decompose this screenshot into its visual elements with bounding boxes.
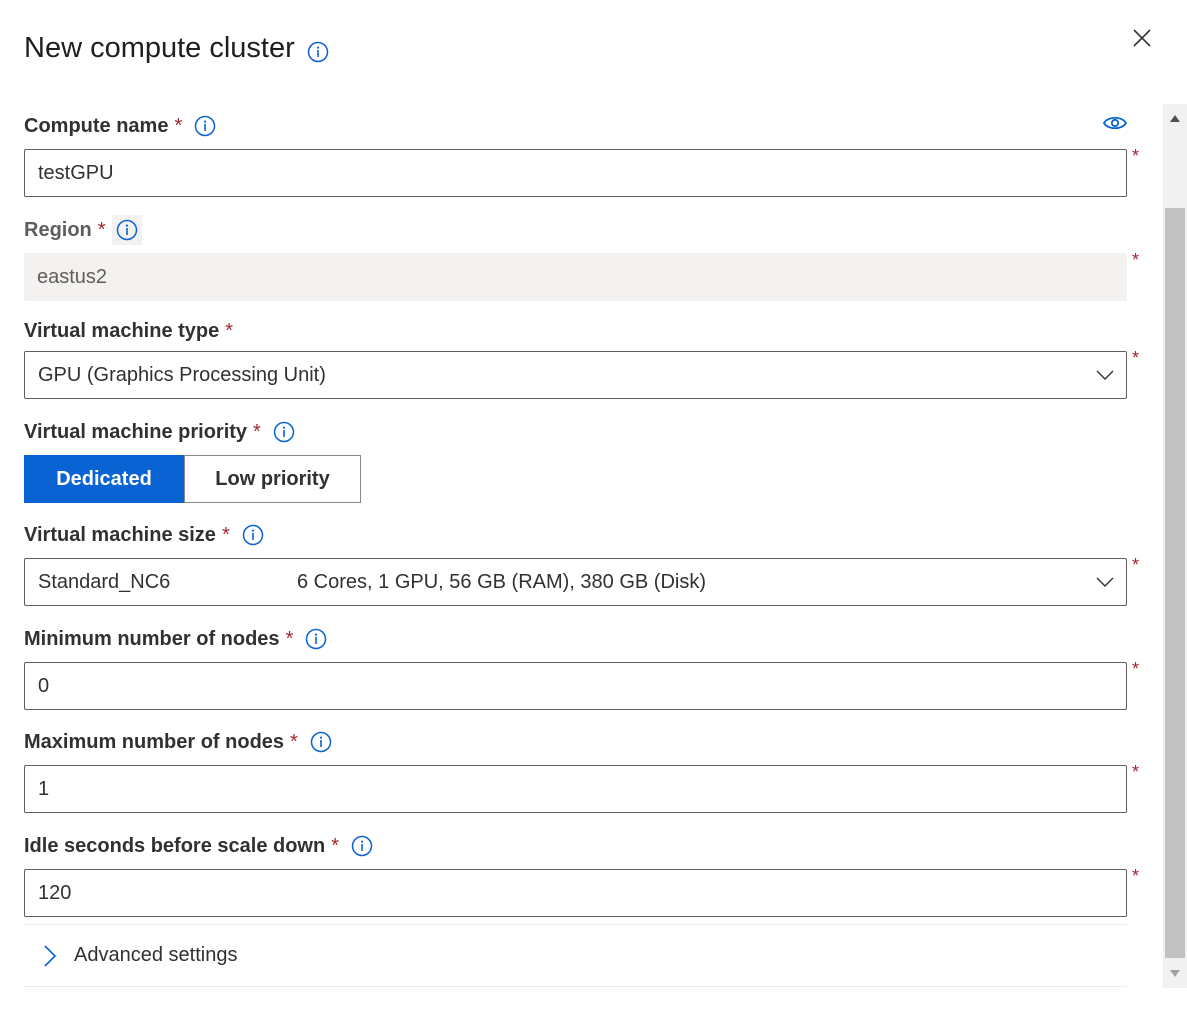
max-nodes-input[interactable]: 1 bbox=[24, 765, 1127, 813]
vm-priority-label: Virtual machine priority * bbox=[24, 417, 295, 447]
info-icon-wrapper bbox=[111, 215, 142, 245]
info-icon[interactable] bbox=[305, 628, 327, 650]
scroll-down-arrow-icon[interactable] bbox=[1163, 960, 1187, 988]
required-marker: * bbox=[221, 523, 230, 546]
required-marker: * bbox=[1132, 250, 1140, 270]
required-marker: * bbox=[225, 319, 234, 342]
vm-size-label-text: Virtual machine size bbox=[24, 523, 216, 546]
info-icon[interactable] bbox=[310, 731, 332, 753]
required-marker: * bbox=[1132, 659, 1140, 679]
eye-icon[interactable] bbox=[1102, 112, 1128, 134]
required-marker: * bbox=[290, 730, 298, 753]
max-nodes-label: Maximum number of nodes * bbox=[24, 727, 332, 757]
vm-size-specs: 6 Cores, 1 GPU, 56 GB (RAM), 380 GB (Dis… bbox=[297, 570, 706, 593]
compute-name-input[interactable]: testGPU bbox=[24, 149, 1127, 197]
required-marker: * bbox=[1132, 555, 1140, 575]
required-marker: * bbox=[174, 114, 183, 137]
info-icon[interactable] bbox=[273, 421, 295, 443]
required-marker: * bbox=[1132, 146, 1140, 166]
chevron-down-icon bbox=[1096, 366, 1114, 384]
vm-type-value: GPU (Graphics Processing Unit) bbox=[38, 363, 326, 386]
region-value: eastus2 bbox=[37, 265, 108, 288]
required-marker: * bbox=[331, 834, 339, 857]
region-field: eastus2 bbox=[24, 253, 1127, 301]
chevron-right-icon bbox=[38, 944, 60, 967]
chevron-down-icon bbox=[1096, 573, 1114, 591]
idle-seconds-value: 120 bbox=[38, 881, 72, 904]
priority-option-low-priority[interactable]: Low priority bbox=[184, 455, 361, 503]
vm-type-label-text: Virtual machine type bbox=[24, 319, 220, 342]
vm-size-dropdown[interactable]: Standard_NC6 6 Cores, 1 GPU, 56 GB (RAM)… bbox=[24, 558, 1127, 606]
min-nodes-value: 0 bbox=[38, 674, 50, 697]
compute-name-value: testGPU bbox=[38, 161, 114, 184]
close-icon[interactable] bbox=[1130, 26, 1154, 50]
info-icon[interactable] bbox=[116, 219, 138, 241]
priority-option-dedicated[interactable]: Dedicated bbox=[24, 455, 184, 503]
vm-type-label: Virtual machine type * bbox=[24, 316, 233, 346]
info-icon[interactable] bbox=[242, 524, 264, 546]
compute-name-label-text: Compute name bbox=[24, 114, 169, 137]
required-marker: * bbox=[1132, 866, 1140, 886]
required-marker: * bbox=[285, 627, 294, 650]
scroll-up-arrow-icon[interactable] bbox=[1163, 104, 1187, 132]
advanced-settings-toggle[interactable]: Advanced settings bbox=[24, 924, 1127, 987]
scrollbar-thumb[interactable] bbox=[1165, 208, 1185, 958]
region-label-text: Region bbox=[24, 218, 92, 241]
advanced-settings-label: Advanced settings bbox=[74, 944, 238, 966]
max-nodes-label-text: Maximum number of nodes bbox=[24, 730, 285, 753]
vm-priority-label-text: Virtual machine priority bbox=[24, 420, 248, 443]
vm-type-dropdown[interactable]: GPU (Graphics Processing Unit) bbox=[24, 351, 1127, 399]
idle-seconds-input[interactable]: 120 bbox=[24, 869, 1127, 917]
min-nodes-input[interactable]: 0 bbox=[24, 662, 1127, 710]
max-nodes-value: 1 bbox=[38, 777, 50, 800]
vm-size-label: Virtual machine size * bbox=[24, 520, 264, 550]
idle-seconds-label-text: Idle seconds before scale down bbox=[24, 834, 326, 857]
min-nodes-label: Minimum number of nodes * bbox=[24, 624, 327, 654]
vm-size-name: Standard_NC6 bbox=[38, 570, 171, 593]
required-marker: * bbox=[1132, 348, 1140, 368]
min-nodes-label-text: Minimum number of nodes bbox=[24, 627, 280, 650]
dialog-title-text: New compute cluster bbox=[24, 32, 295, 64]
required-marker: * bbox=[1132, 762, 1140, 782]
required-marker: * bbox=[97, 218, 106, 241]
region-label: Region * bbox=[24, 215, 142, 245]
idle-seconds-label: Idle seconds before scale down * bbox=[24, 831, 373, 861]
info-icon[interactable] bbox=[307, 38, 329, 62]
dialog-title: New compute cluster bbox=[24, 32, 329, 65]
info-icon[interactable] bbox=[194, 115, 216, 137]
info-icon[interactable] bbox=[351, 835, 373, 857]
compute-name-label: Compute name * bbox=[24, 111, 216, 141]
required-marker: * bbox=[253, 420, 261, 443]
vm-priority-toggle: Dedicated Low priority bbox=[24, 455, 361, 503]
